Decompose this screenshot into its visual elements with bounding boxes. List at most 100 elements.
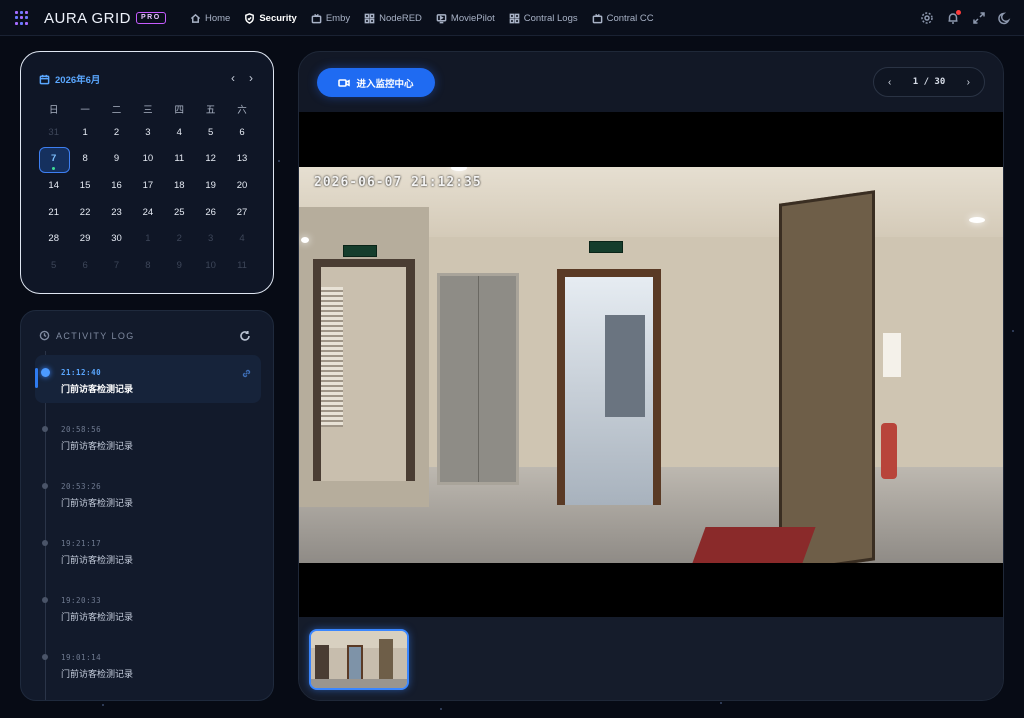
calendar-day[interactable]: 17 — [132, 172, 163, 199]
nav-item-security[interactable]: Security — [244, 13, 297, 24]
calendar-day[interactable]: 6 — [69, 252, 100, 279]
theme-toggle-button[interactable] — [998, 11, 1012, 25]
snapshot-thumbnail[interactable] — [309, 629, 409, 690]
calendar-day[interactable]: 7 — [101, 252, 132, 279]
settings-button[interactable] — [920, 11, 934, 25]
calendar-day[interactable]: 13 — [226, 146, 257, 173]
nav-item-moviepilot[interactable]: MoviePilot — [436, 13, 495, 24]
enter-monitor-center-button[interactable]: 进入监控中心 — [317, 68, 435, 97]
calendar-day[interactable]: 9 — [164, 252, 195, 279]
calendar-day[interactable]: 16 — [101, 172, 132, 199]
calendar-day[interactable]: 27 — [226, 199, 257, 226]
log-time: 20:53:26 — [61, 482, 102, 491]
calendar-day[interactable]: 23 — [101, 199, 132, 226]
calendar-day[interactable]: 10 — [195, 252, 226, 279]
calendar-day-label: 15 — [79, 179, 91, 191]
link-icon[interactable] — [242, 365, 251, 383]
refresh-button[interactable] — [239, 329, 251, 347]
activity-log-item[interactable]: 19:21:17 门前访客检测记录 — [35, 526, 261, 574]
camera-timestamp: 2026-06-07 21:12:35 — [314, 175, 482, 190]
calendar-day[interactable]: 9 — [101, 146, 132, 173]
video-frame[interactable]: 2026-06-07 21:12:35 — [299, 112, 1003, 617]
calendar-header: 2026年6月 — [39, 72, 100, 86]
nav-item-label: Contral CC — [606, 12, 654, 24]
calendar-day[interactable]: 8 — [132, 252, 163, 279]
calendar-day[interactable]: 25 — [164, 199, 195, 226]
calendar-day[interactable]: 12 — [195, 146, 226, 173]
calendar-day[interactable]: 2 — [101, 119, 132, 146]
activity-log-item[interactable]: 19:01:14 门前访客检测记录 — [35, 640, 261, 688]
calendar-day[interactable]: 19 — [195, 172, 226, 199]
calendar-day[interactable]: 11 — [164, 146, 195, 173]
calendar-day-label: 16 — [111, 179, 122, 191]
calendar-day[interactable]: 31 — [38, 119, 69, 146]
calendar-day[interactable]: 6 — [226, 119, 257, 146]
calendar-icon — [39, 74, 50, 84]
calendar-prev-button[interactable]: ‹ — [231, 71, 235, 85]
timeline-dot — [42, 597, 48, 603]
calendar-weekday: 日 — [48, 105, 59, 116]
calendar-day[interactable]: 15 — [69, 172, 100, 199]
calendar-day-label: 18 — [173, 179, 185, 191]
calendar-day[interactable]: 28 — [38, 225, 69, 252]
calendar-day[interactable]: 22 — [69, 199, 100, 226]
calendar-day[interactable]: 2 — [164, 225, 195, 252]
calendar-day[interactable]: 3 — [132, 119, 163, 146]
nav-item-emby[interactable]: Emby — [311, 13, 350, 24]
timeline-dot — [42, 654, 48, 660]
star-dot — [720, 702, 722, 704]
calendar-day-label: 3 — [208, 233, 214, 245]
calendar-day[interactable]: 4 — [226, 225, 257, 252]
pro-badge: PRO — [136, 12, 166, 24]
calendar-day-selected[interactable]: 7 — [38, 146, 71, 173]
calendar-day-label: 14 — [48, 179, 59, 191]
calendar-grid: 日一二三四五六 31 1 2 3 4 5 6 7 8 9 10 11 12 13 14 15 16 17 18 19 20… — [38, 99, 258, 279]
nav-item-home[interactable]: Home — [190, 13, 230, 24]
calendar-day[interactable]: 20 — [226, 172, 257, 199]
calendar-day[interactable]: 10 — [132, 146, 163, 173]
fullscreen-button[interactable] — [972, 11, 986, 25]
refresh-icon — [240, 331, 250, 341]
calendar-day[interactable]: 3 — [195, 225, 226, 252]
calendar-day[interactable]: 26 — [195, 199, 226, 226]
shield-icon — [245, 12, 255, 24]
calendar-day[interactable]: 11 — [226, 252, 257, 279]
calendar-day[interactable]: 21 — [38, 199, 69, 226]
calendar-day[interactable]: 5 — [38, 252, 69, 279]
calendar-day[interactable]: 5 — [195, 119, 226, 146]
calendar-day[interactable]: 1 — [69, 119, 100, 146]
thumbnail-strip — [299, 617, 1003, 700]
calendar-day-label: 6 — [239, 126, 245, 138]
calendar-day[interactable]: 18 — [164, 172, 195, 199]
calendar-day[interactable]: 29 — [69, 225, 100, 252]
calendar-day-label: 10 — [142, 153, 154, 165]
calendar-day[interactable]: 30 — [101, 225, 132, 252]
calendar-day[interactable]: 4 — [164, 119, 195, 146]
nav-item-contral-cc[interactable]: Contral CC — [592, 13, 654, 24]
calendar-day[interactable]: 1 — [132, 225, 163, 252]
top-navbar: AURA GRID PRO Home Security Emby NodeRED… — [0, 0, 1024, 36]
nav-item-contral-logs[interactable]: Contral Logs — [509, 13, 578, 24]
calendar-day[interactable]: 24 — [132, 199, 163, 226]
settings-icon — [921, 12, 933, 24]
activity-log-item[interactable]: 21:12:40 门前访客检测记录 — [35, 355, 261, 403]
calendar-day[interactable]: 8 — [69, 146, 100, 173]
calendar-weekday: 六 — [237, 105, 247, 116]
calendar-day-label: 10 — [205, 259, 216, 271]
pager-prev-button[interactable]: ‹ — [888, 77, 891, 88]
calendar-day-label: 9 — [113, 153, 120, 165]
activity-log-item[interactable]: 19:20:33 门前访客检测记录 — [35, 583, 261, 631]
calendar-day-label: 13 — [236, 153, 248, 165]
timeline-dot — [42, 426, 48, 432]
calendar-day-label: 7 — [51, 153, 57, 165]
calendar-day-label: 24 — [142, 206, 154, 218]
pager-next-button[interactable]: › — [967, 77, 970, 88]
calendar-next-button[interactable]: › — [249, 71, 253, 85]
calendar-day[interactable]: 14 — [38, 172, 69, 199]
activity-log-item[interactable]: 20:58:56 门前访客检测记录 — [35, 412, 261, 460]
calendar-day-label: 23 — [111, 206, 122, 218]
notifications-button[interactable] — [946, 10, 961, 25]
timeline-dot — [41, 368, 50, 377]
nav-item-nodered[interactable]: NodeRED — [364, 13, 422, 24]
activity-log-item[interactable]: 20:53:26 门前访客检测记录 — [35, 469, 261, 517]
